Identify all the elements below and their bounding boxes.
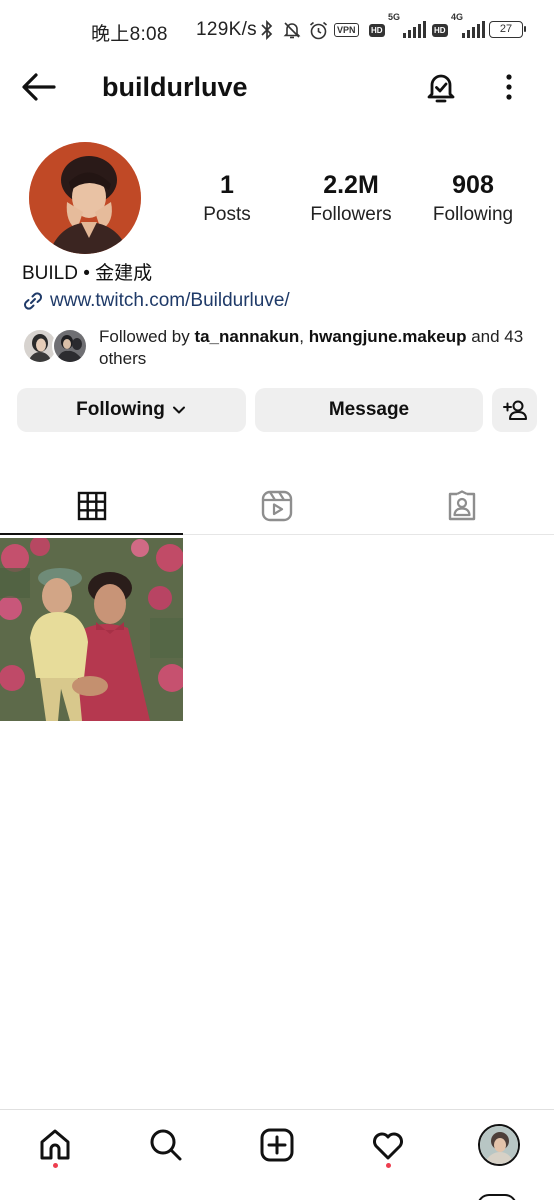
arrow-left-icon bbox=[22, 73, 56, 101]
bottom-nav-divider bbox=[0, 1109, 554, 1110]
stat-posts[interactable]: 1 Posts bbox=[172, 170, 282, 227]
message-button-label: Message bbox=[328, 399, 410, 420]
more-vertical-icon bbox=[506, 74, 512, 100]
signal-icon-2 bbox=[460, 18, 486, 42]
add-user-button[interactable] bbox=[492, 388, 537, 432]
stat-followers-value: 2.2M bbox=[323, 171, 379, 199]
followed-by-user-2: hwangjune.makeup bbox=[308, 327, 467, 346]
mutual-followers-avatars[interactable] bbox=[22, 328, 88, 366]
nav-search[interactable] bbox=[141, 1120, 191, 1170]
profile-display-name: BUILD • 金建成 bbox=[22, 263, 153, 284]
stat-following[interactable]: 908 Following bbox=[418, 170, 528, 227]
heart-icon bbox=[373, 1132, 403, 1160]
mutual-avatar-2 bbox=[52, 328, 88, 364]
stat-posts-label: Posts bbox=[203, 204, 251, 225]
net-5g-text: 5G bbox=[388, 12, 401, 22]
profile-photo bbox=[29, 142, 141, 254]
nav-create[interactable] bbox=[252, 1120, 302, 1170]
following-button-label: Following bbox=[76, 399, 165, 420]
network-5g-label: 5G bbox=[388, 12, 400, 36]
signal-icon-1 bbox=[401, 18, 427, 42]
plus-square-icon bbox=[260, 1128, 294, 1162]
tab-grid[interactable] bbox=[0, 478, 184, 533]
hd-indicator-2: HD bbox=[432, 18, 448, 42]
home-indicator bbox=[477, 1194, 517, 1200]
stat-following-value: 908 bbox=[452, 171, 494, 199]
profile-avatar[interactable] bbox=[29, 142, 141, 254]
active-tab-indicator bbox=[0, 533, 183, 535]
reels-icon bbox=[261, 490, 293, 521]
stat-followers-label: Followers bbox=[310, 204, 392, 225]
bell-check-icon bbox=[427, 74, 455, 103]
stat-followers[interactable]: 2.2M Followers bbox=[296, 170, 406, 227]
followed-by-text[interactable]: Followed by ta_nannakun, hwangjune.makeu… bbox=[99, 326, 531, 370]
back-button[interactable] bbox=[20, 70, 58, 104]
chevron-down-icon bbox=[172, 406, 185, 414]
stat-posts-value: 1 bbox=[220, 171, 234, 199]
tab-reels[interactable] bbox=[185, 478, 369, 533]
status-net-speed: 129K/s bbox=[196, 19, 257, 40]
profile-avatar-small bbox=[478, 1124, 520, 1166]
followed-by-separator: , bbox=[299, 327, 309, 346]
bell-off-icon bbox=[280, 18, 304, 42]
link-icon bbox=[24, 292, 42, 310]
message-button[interactable]: Message bbox=[255, 388, 483, 432]
tagged-icon bbox=[448, 489, 476, 520]
vpn-indicator: VPN bbox=[334, 18, 359, 42]
battery-icon: 27 bbox=[489, 21, 526, 38]
notification-button[interactable] bbox=[424, 70, 458, 104]
vpn-label: VPN bbox=[334, 23, 359, 37]
more-options-button[interactable] bbox=[496, 70, 522, 104]
search-icon bbox=[150, 1129, 182, 1161]
profile-username: buildurluve bbox=[102, 72, 248, 102]
stat-following-label: Following bbox=[432, 204, 514, 225]
grid-icon bbox=[77, 491, 107, 520]
following-button[interactable]: Following bbox=[17, 388, 246, 432]
hd-label-1: HD bbox=[369, 23, 385, 37]
hd-label-2: HD bbox=[432, 23, 448, 37]
post-photo bbox=[0, 538, 183, 721]
activity-notification-dot bbox=[386, 1163, 391, 1168]
tab-tagged[interactable] bbox=[370, 478, 554, 533]
home-icon bbox=[40, 1129, 70, 1160]
status-bar: 晚上8:08 129K/s VPN HD 5G HD 4G 27 bbox=[0, 0, 554, 62]
post-thumbnail[interactable] bbox=[0, 538, 183, 721]
hd-indicator-1: HD bbox=[369, 18, 385, 42]
status-time: 晚上8:08 bbox=[91, 24, 168, 45]
bluetooth-icon bbox=[258, 18, 276, 42]
nav-profile[interactable] bbox=[474, 1120, 524, 1170]
followed-by-user-1: ta_nannakun bbox=[194, 327, 300, 346]
alarm-icon bbox=[306, 18, 330, 42]
followed-by-prefix: Followed by bbox=[99, 327, 195, 346]
home-notification-dot bbox=[53, 1163, 58, 1168]
add-person-icon bbox=[502, 400, 527, 420]
profile-link-text: www.twitch.com/Buildurluve/ bbox=[50, 290, 290, 311]
profile-link[interactable]: www.twitch.com/Buildurluve/ bbox=[22, 289, 290, 313]
